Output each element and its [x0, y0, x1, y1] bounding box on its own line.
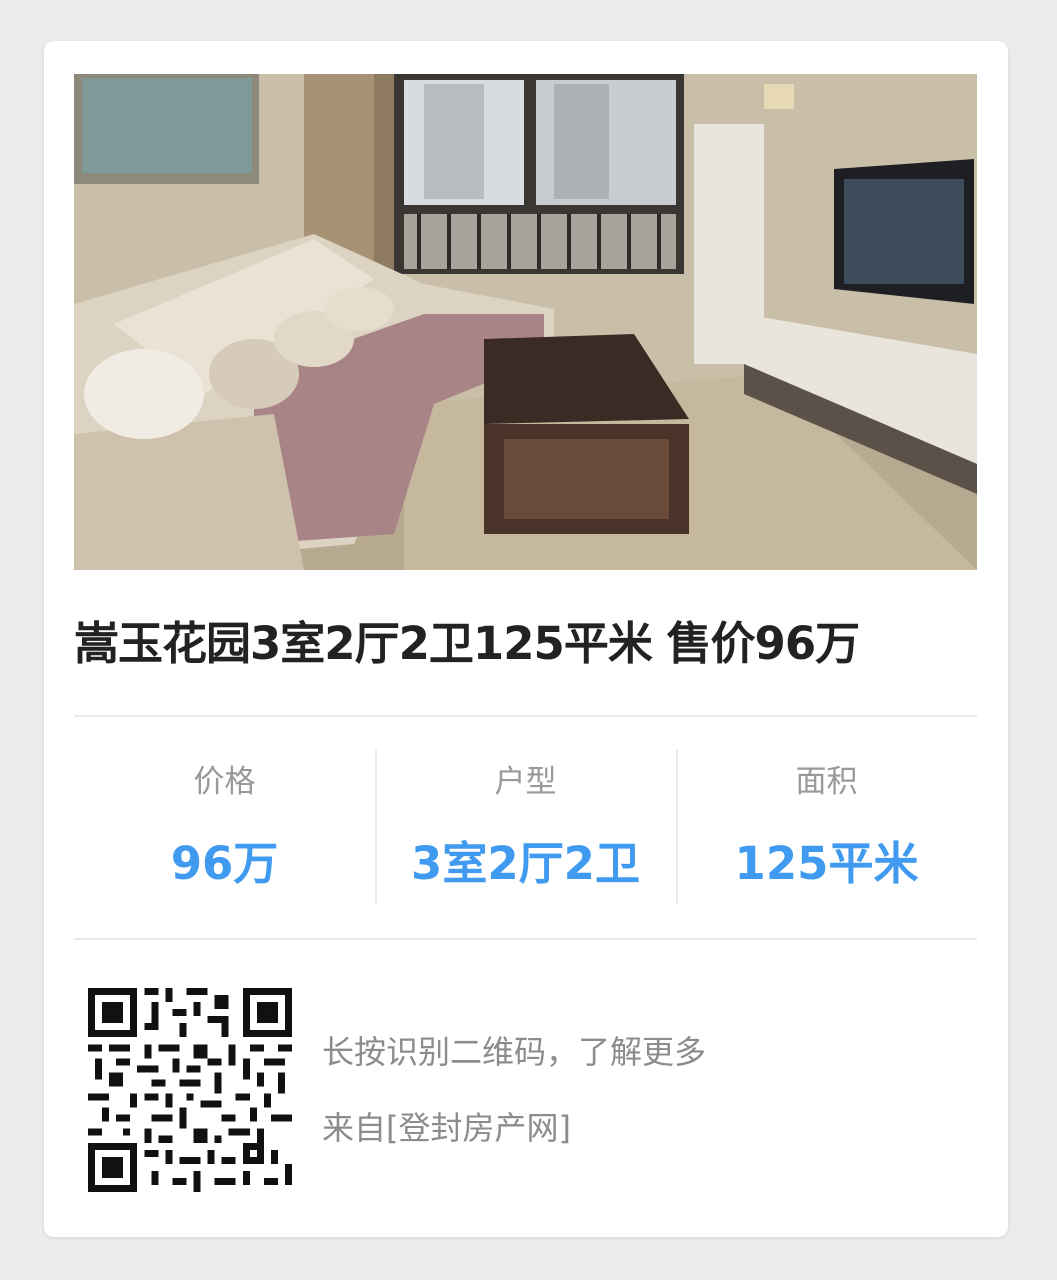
stat-layout-label: 户型	[494, 764, 557, 800]
listing-photo[interactable]	[74, 74, 977, 570]
listing-title: 嵩玉花园3室2厅2卫125平米 售价96万	[74, 617, 860, 670]
stat-price-label: 价格	[193, 764, 256, 800]
qr-code-icon[interactable]	[88, 988, 292, 1192]
stat-layout: 户型 3室2厅2卫	[375, 750, 676, 904]
stat-price: 价格 96万	[74, 750, 375, 904]
living-room-illustration	[74, 74, 977, 570]
stat-price-value: 96万	[170, 837, 279, 890]
stat-area-label: 面积	[795, 764, 858, 800]
stat-area: 面积 125平米	[676, 750, 977, 904]
stat-layout-value: 3室2厅2卫	[411, 837, 640, 890]
divider-bottom	[74, 938, 977, 940]
qr-hint-text: 长按识别二维码，了解更多	[322, 1033, 707, 1071]
listing-stats: 价格 96万 户型 3室2厅2卫 面积 125平米	[74, 750, 977, 904]
qr-code-graphic	[88, 988, 292, 1192]
source-text: 来自[登封房产网]	[322, 1109, 571, 1147]
divider-top	[74, 715, 977, 717]
stat-area-value: 125平米	[734, 837, 919, 890]
